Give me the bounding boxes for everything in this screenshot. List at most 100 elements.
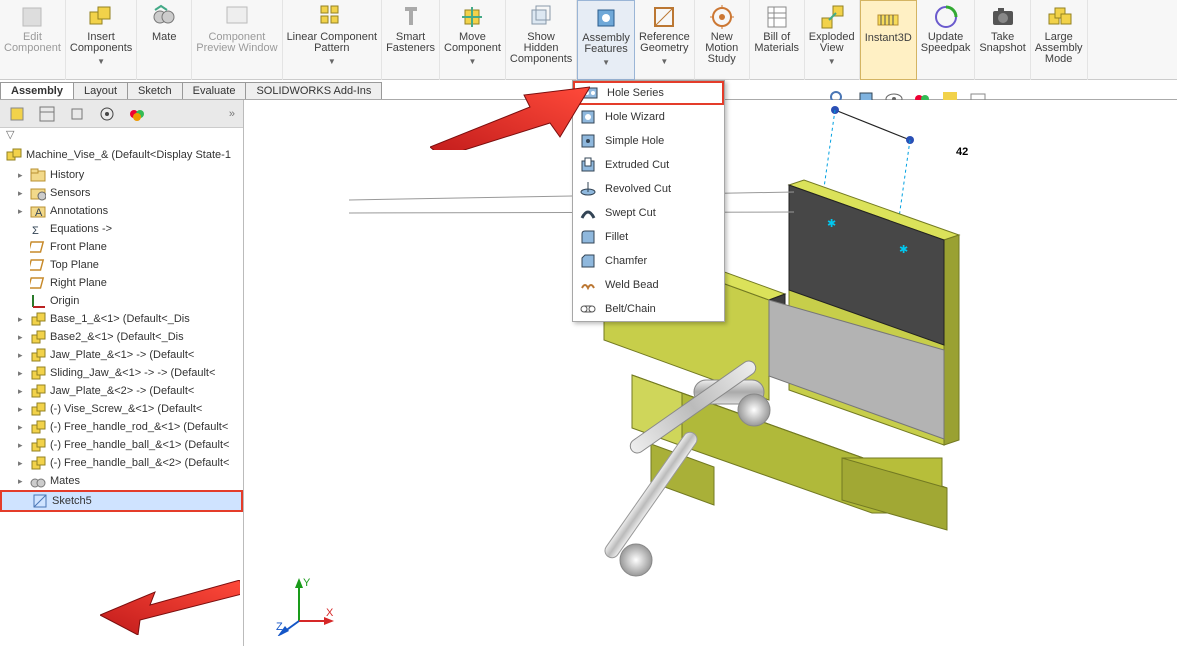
plane-icon xyxy=(30,239,46,255)
tree-node-sliding-jaw-1[interactable]: ▸Sliding_Jaw_&<1> -> -> (Default< xyxy=(0,364,243,382)
appearance-icon[interactable] xyxy=(128,105,146,123)
menu-belt-chain[interactable]: Belt/Chain xyxy=(573,297,724,321)
tree-node-free-handle-ball[interactable]: ▸(-) Free_handle_ball_&<2> (Default< xyxy=(0,454,243,472)
tab-solidworks-add-ins[interactable]: SOLIDWORKS Add-Ins xyxy=(245,82,382,99)
expand-icon[interactable]: » xyxy=(229,108,235,120)
tab-layout[interactable]: Layout xyxy=(73,82,128,99)
tree-node-base-1-1[interactable]: ▸Base_1_&<1> (Default<_Dis xyxy=(0,310,243,328)
menu-weld-bead[interactable]: Weld Bead xyxy=(573,273,724,297)
ribbon-reference-geometry[interactable]: ReferenceGeometry▼ xyxy=(635,0,695,80)
expand-arrow-icon[interactable]: ▸ xyxy=(18,458,26,469)
ribbon-update-speedpak[interactable]: UpdateSpeedpak xyxy=(917,0,976,80)
expand-arrow-icon[interactable]: ▸ xyxy=(18,170,26,181)
ribbon-smart-fasteners[interactable]: SmartFasteners xyxy=(382,0,440,80)
tree-node-origin[interactable]: Origin xyxy=(0,292,243,310)
dropdown-arrow-icon: ▼ xyxy=(328,56,336,67)
expand-arrow-icon[interactable]: ▸ xyxy=(18,386,26,397)
tree-node-free-handle-ball[interactable]: ▸(-) Free_handle_ball_&<1> (Default< xyxy=(0,436,243,454)
ribbon-exploded-view[interactable]: ExplodedView▼ xyxy=(805,0,860,80)
ribbon-large-assembly-mode[interactable]: LargeAssemblyMode xyxy=(1031,0,1088,80)
tree-node-jaw-plate-1[interactable]: ▸Jaw_Plate_&<1> -> (Default< xyxy=(0,346,243,364)
ribbon-insert-components[interactable]: InsertComponents▼ xyxy=(66,0,137,80)
tab-evaluate[interactable]: Evaluate xyxy=(182,82,247,99)
ribbon-instant3d[interactable]: Instant3D xyxy=(860,0,917,80)
tree-node-right-plane[interactable]: Right Plane xyxy=(0,274,243,292)
ribbon-show-hidden-components[interactable]: ShowHiddenComponents xyxy=(506,0,577,80)
filter-bar[interactable]: ▽ xyxy=(0,128,243,146)
menu-chamfer[interactable]: Chamfer xyxy=(573,249,724,273)
expand-arrow-icon[interactable]: ▸ xyxy=(18,350,26,361)
props-icon[interactable] xyxy=(68,105,86,123)
menu-swept-cut[interactable]: Swept Cut xyxy=(573,201,724,225)
menu-hole-series[interactable]: Hole Series xyxy=(573,81,724,105)
expand-arrow-icon[interactable]: ▸ xyxy=(18,314,26,325)
part-icon xyxy=(30,455,46,471)
part-icon xyxy=(30,401,46,417)
ribbon-new-motion-study[interactable]: NewMotionStudy xyxy=(695,0,750,80)
cube-icon[interactable] xyxy=(8,105,26,123)
tree-node-vise-screw-1[interactable]: ▸(-) Vise_Screw_&<1> (Default< xyxy=(0,400,243,418)
fillet-icon xyxy=(579,228,597,246)
ribbon: EditComponentInsertComponents▼MateCompon… xyxy=(0,0,1177,80)
tab-assembly[interactable]: Assembly xyxy=(0,82,74,99)
ribbon-bill-of-materials[interactable]: Bill ofMaterials xyxy=(750,0,805,80)
smart-fasteners-icon xyxy=(398,4,424,30)
tree-node-history[interactable]: ▸History xyxy=(0,166,243,184)
ribbon-move-component[interactable]: MoveComponent▼ xyxy=(440,0,506,80)
edit-component-icon xyxy=(19,4,45,30)
extruded-cut-icon xyxy=(579,156,597,174)
exploded-view-icon xyxy=(819,4,845,30)
target-icon[interactable] xyxy=(98,105,116,123)
component-preview-window-icon xyxy=(224,4,250,30)
linear-component-pattern-icon xyxy=(319,4,345,30)
ribbon-linear-component-pattern[interactable]: Linear ComponentPattern▼ xyxy=(283,0,383,80)
dropdown-arrow-icon: ▼ xyxy=(97,56,105,67)
expand-arrow-icon[interactable]: ▸ xyxy=(18,476,26,487)
tree-node-sketch5[interactable]: Sketch5 xyxy=(0,490,243,512)
tree-node-sensors[interactable]: ▸Sensors xyxy=(0,184,243,202)
show-hidden-components-icon xyxy=(528,4,554,30)
expand-arrow-icon[interactable]: ▸ xyxy=(18,206,26,217)
tree-node-base2-1-default[interactable]: ▸Base2_&<1> (Default<_Dis xyxy=(0,328,243,346)
belt-chain-icon xyxy=(579,300,597,318)
expand-arrow-icon[interactable]: ▸ xyxy=(18,440,26,451)
expand-arrow-icon[interactable]: ▸ xyxy=(18,188,26,199)
part-icon xyxy=(30,329,46,345)
svg-text:Z: Z xyxy=(276,621,283,633)
tree-node-top-plane[interactable]: Top Plane xyxy=(0,256,243,274)
menu-revolved-cut[interactable]: Revolved Cut xyxy=(573,177,724,201)
tree-root[interactable]: Machine_Vise_& (Default<Display State-1 xyxy=(0,146,243,164)
tree-node-equations[interactable]: ΣEquations -> xyxy=(0,220,243,238)
dimension-value: 42 xyxy=(956,146,968,158)
expand-arrow-icon[interactable]: ▸ xyxy=(18,368,26,379)
ribbon-component-preview-window: ComponentPreview Window xyxy=(192,0,282,80)
tree-node-front-plane[interactable]: Front Plane xyxy=(0,238,243,256)
expand-arrow-icon[interactable]: ▸ xyxy=(18,332,26,343)
menu-hole-wizard[interactable]: Hole Wizard xyxy=(573,105,724,129)
ribbon-assembly-features[interactable]: AssemblyFeatures▼ xyxy=(577,0,635,80)
tree-node-jaw-plate-2[interactable]: ▸Jaw_Plate_&<2> -> (Default< xyxy=(0,382,243,400)
tree-node-mates[interactable]: ▸Mates xyxy=(0,472,243,490)
origin-icon xyxy=(30,293,46,309)
dropdown-arrow-icon: ▼ xyxy=(602,57,610,68)
svg-text:X: X xyxy=(326,607,334,619)
expand-arrow-icon[interactable]: ▸ xyxy=(18,422,26,433)
tab-sketch[interactable]: Sketch xyxy=(127,82,183,99)
menu-simple-hole[interactable]: Simple Hole xyxy=(573,129,724,153)
orientation-triad: Y X Z xyxy=(274,576,334,636)
tree-icon[interactable] xyxy=(38,105,56,123)
instant3d-icon xyxy=(875,5,901,31)
menu-fillet[interactable]: Fillet xyxy=(573,225,724,249)
ribbon-mate[interactable]: Mate xyxy=(137,0,192,80)
expand-arrow-icon[interactable]: ▸ xyxy=(18,404,26,415)
part-icon xyxy=(30,383,46,399)
tree-node-free-handle-rod[interactable]: ▸(-) Free_handle_rod_&<1> (Default< xyxy=(0,418,243,436)
root-label: Machine_Vise_& (Default<Display State-1 xyxy=(26,149,231,161)
menu-extruded-cut[interactable]: Extruded Cut xyxy=(573,153,724,177)
assembly-icon xyxy=(6,147,22,163)
dropdown-arrow-icon: ▼ xyxy=(468,56,476,67)
part-icon xyxy=(30,419,46,435)
tree-node-annotations[interactable]: ▸AAnnotations xyxy=(0,202,243,220)
sensor-icon xyxy=(30,185,46,201)
ribbon-take-snapshot[interactable]: TakeSnapshot xyxy=(975,0,1030,80)
